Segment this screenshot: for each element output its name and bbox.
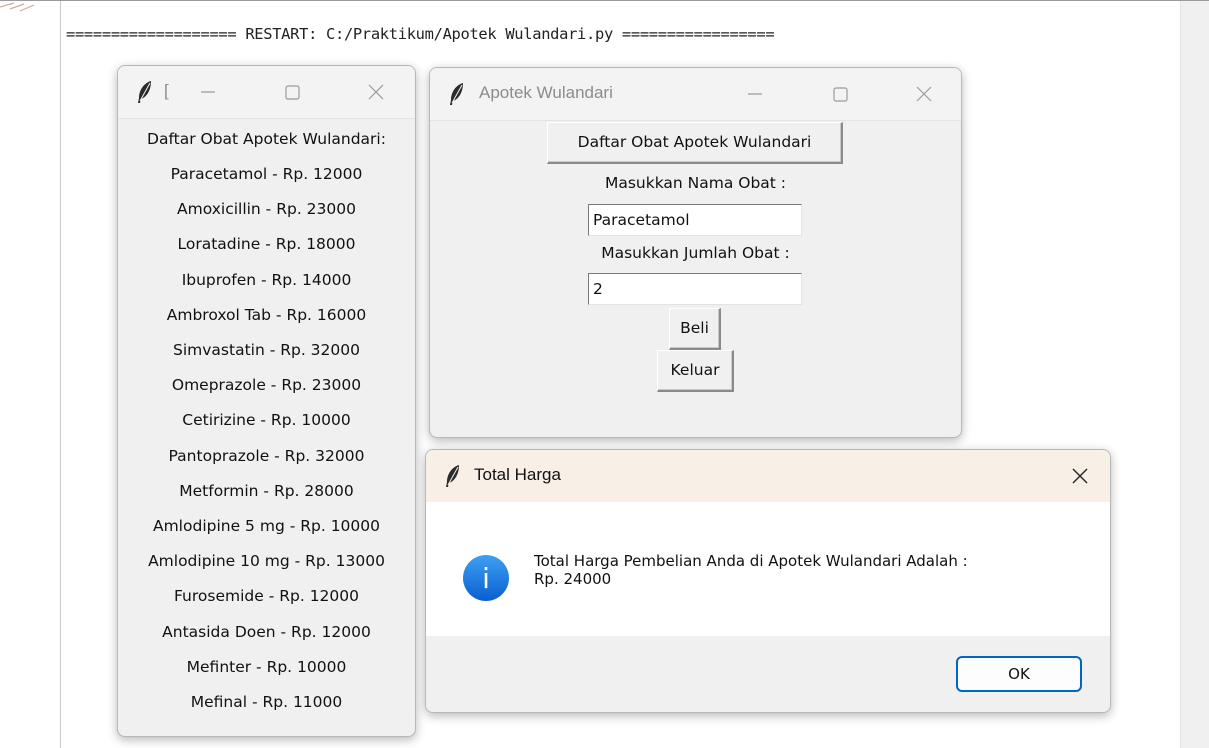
medicine-list-item: Pantoprazole - Rp. 32000 <box>168 446 365 465</box>
list-heading: Daftar Obat Apotek Wulandari: <box>147 130 386 148</box>
svg-text:i: i <box>482 562 490 595</box>
dialog-message-line2: Rp. 24000 <box>534 570 612 588</box>
minimize-icon[interactable] <box>190 74 226 110</box>
maximize-icon[interactable] <box>274 74 310 110</box>
medicine-list-item: Simvastatin - Rp. 32000 <box>173 341 360 359</box>
medicine-list-item: Furosemide - Rp. 12000 <box>173 587 360 606</box>
dialog-message-line1: Total Harga Pembelian Anda di Apotek Wul… <box>534 552 968 570</box>
exit-button[interactable]: Keluar <box>657 350 734 392</box>
medicine-list-item: Amlodipine 5 mg - Rp. 10000 <box>152 517 380 535</box>
feather-icon <box>446 465 459 487</box>
medicine-name-input[interactable] <box>588 204 802 236</box>
medicine-list-window: [ Daftar Obat Apotek Wulandari: Paraceta… <box>117 65 416 737</box>
main-window-title: Apotek Wulandari <box>479 83 613 102</box>
medicine-list-item: Paracetamol - Rp. 12000 <box>170 165 363 183</box>
gutter-marker-icon <box>0 2 35 12</box>
line-gutter <box>0 1 61 748</box>
feather-icon <box>138 81 151 103</box>
minimize-icon[interactable] <box>737 76 773 112</box>
medicine-list-item: Omeprazole - Rp. 23000 <box>171 376 362 395</box>
medicine-list-item: Loratadine - Rp. 18000 <box>177 235 356 254</box>
shell-scrollbar[interactable] <box>1180 1 1209 748</box>
medicine-list-item: Mefinal - Rp. 11000 <box>190 693 343 711</box>
list-window-title: [ <box>164 81 169 100</box>
dialog-title: Total Harga <box>474 465 561 484</box>
buy-button[interactable]: Beli <box>669 308 721 350</box>
total-price-dialog: Total Harga i Total Harga Pembelian Anda… <box>425 449 1111 713</box>
dialog-body: i Total Harga Pembelian Anda di Apotek W… <box>426 502 1110 636</box>
feather-icon <box>450 83 463 105</box>
medicine-list-item: Antasida Doen - Rp. 12000 <box>162 622 371 641</box>
medicine-list-item: Amlodipine 10 mg - Rp. 13000 <box>148 552 385 571</box>
medicine-list-item: Cetirizine - Rp. 10000 <box>182 411 351 430</box>
medicine-list-item: Mefinter - Rp. 10000 <box>186 657 347 676</box>
restart-line: =================== RESTART: C:/Praktiku… <box>66 25 775 43</box>
info-icon: i <box>463 555 509 601</box>
maximize-icon[interactable] <box>822 76 858 112</box>
name-label: Masukkan Nama Obat : <box>604 174 787 192</box>
quantity-input[interactable] <box>588 273 802 305</box>
main-app-window: Apotek Wulandari Daftar Obat Apotek Wula… <box>429 67 962 438</box>
main-window-titlebar[interactable]: Apotek Wulandari <box>430 68 961 121</box>
medicine-list-item: Metformin - Rp. 28000 <box>179 481 354 500</box>
dialog-titlebar[interactable]: Total Harga <box>426 450 1110 502</box>
medicine-list-item: Amoxicillin - Rp. 23000 <box>177 200 356 219</box>
close-icon[interactable] <box>358 74 394 110</box>
ok-button[interactable]: OK <box>956 656 1082 692</box>
medicine-list-item: Ibuprofen - Rp. 14000 <box>181 270 352 289</box>
close-icon[interactable] <box>906 76 942 112</box>
quantity-label: Masukkan Jumlah Obat : <box>601 244 790 262</box>
close-icon[interactable] <box>1062 458 1098 494</box>
list-window-titlebar[interactable]: [ <box>118 66 415 119</box>
medicine-list-item: Ambroxol Tab - Rp. 16000 <box>166 305 367 324</box>
medicine-list-button[interactable]: Daftar Obat Apotek Wulandari <box>547 122 843 164</box>
